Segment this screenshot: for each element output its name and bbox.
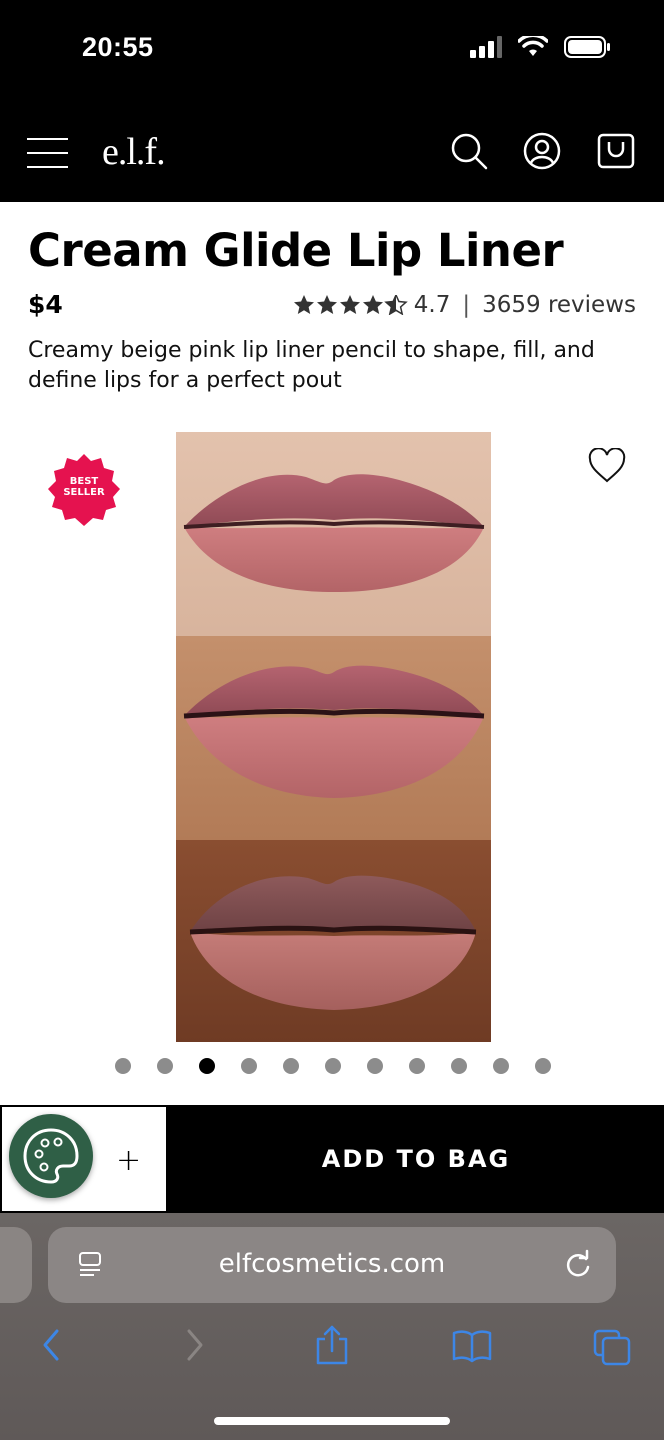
elf-logo[interactable]: e.l.f. (102, 130, 166, 174)
address-bar[interactable]: elfcosmetics.com (48, 1227, 616, 1303)
product-image[interactable] (176, 432, 491, 1042)
best-seller-badge: BEST SELLER (46, 452, 122, 528)
product-description: Creamy beige pink lip liner pencil to sh… (28, 338, 595, 393)
carousel-dot[interactable] (157, 1058, 173, 1074)
shopping-bag-icon[interactable] (597, 132, 635, 170)
rating-summary[interactable]: 4.7 | 3659 reviews (293, 292, 636, 318)
url-text[interactable]: elfcosmetics.com (48, 1249, 616, 1279)
carousel-dot[interactable] (115, 1058, 131, 1074)
product-price: $4 (28, 290, 63, 319)
wishlist-heart-icon[interactable] (588, 448, 626, 484)
star-rating-icon (293, 295, 408, 315)
wifi-icon (518, 36, 548, 56)
bookmarks-icon[interactable] (452, 1323, 492, 1367)
carousel-dot[interactable] (493, 1058, 509, 1074)
account-icon[interactable] (523, 132, 561, 170)
status-time: 20:55 (82, 32, 154, 62)
tabs-icon[interactable] (592, 1323, 632, 1367)
add-to-bag-button[interactable]: ADD TO BAG (168, 1105, 664, 1213)
shade-palette-button[interactable] (9, 1114, 93, 1198)
carousel-dot[interactable] (535, 1058, 551, 1074)
carousel-dots[interactable] (0, 1058, 664, 1074)
home-indicator[interactable] (214, 1417, 450, 1425)
status-bar: 20:55 (0, 0, 664, 100)
carousel-dot[interactable] (325, 1058, 341, 1074)
review-count-link[interactable]: 3659 reviews (482, 292, 636, 318)
signal-icon (470, 36, 502, 58)
product-title: Cream Glide Lip Liner (28, 224, 564, 277)
sticky-add-to-bag-bar: + ADD TO BAG (0, 1105, 664, 1213)
reload-icon[interactable] (562, 1249, 594, 1281)
rating-separator: | (462, 292, 471, 318)
quantity-box[interactable]: + (2, 1107, 166, 1211)
rating-value: 4.7 (413, 292, 451, 318)
hamburger-menu-icon[interactable] (27, 138, 68, 168)
carousel-dot[interactable] (283, 1058, 299, 1074)
share-icon[interactable] (312, 1323, 352, 1367)
carousel-dot[interactable] (451, 1058, 467, 1074)
carousel-dot[interactable] (241, 1058, 257, 1074)
browser-toolbar: elfcosmetics.com (0, 1213, 664, 1440)
carousel-dot[interactable] (199, 1058, 215, 1074)
quantity-plus-button[interactable]: + (116, 1143, 141, 1178)
badge-label: BEST SELLER (63, 476, 105, 498)
carousel-dot[interactable] (367, 1058, 383, 1074)
palette-icon (23, 1128, 79, 1184)
search-icon[interactable] (450, 132, 488, 170)
carousel-dot[interactable] (409, 1058, 425, 1074)
forward-arrow-icon[interactable] (174, 1323, 214, 1367)
status-icons (470, 36, 610, 58)
back-arrow-icon[interactable] (32, 1323, 72, 1367)
battery-icon (564, 36, 610, 58)
previous-tab-preview[interactable] (0, 1227, 32, 1303)
site-header: e.l.f. (0, 100, 664, 202)
browser-nav-row (0, 1323, 664, 1373)
